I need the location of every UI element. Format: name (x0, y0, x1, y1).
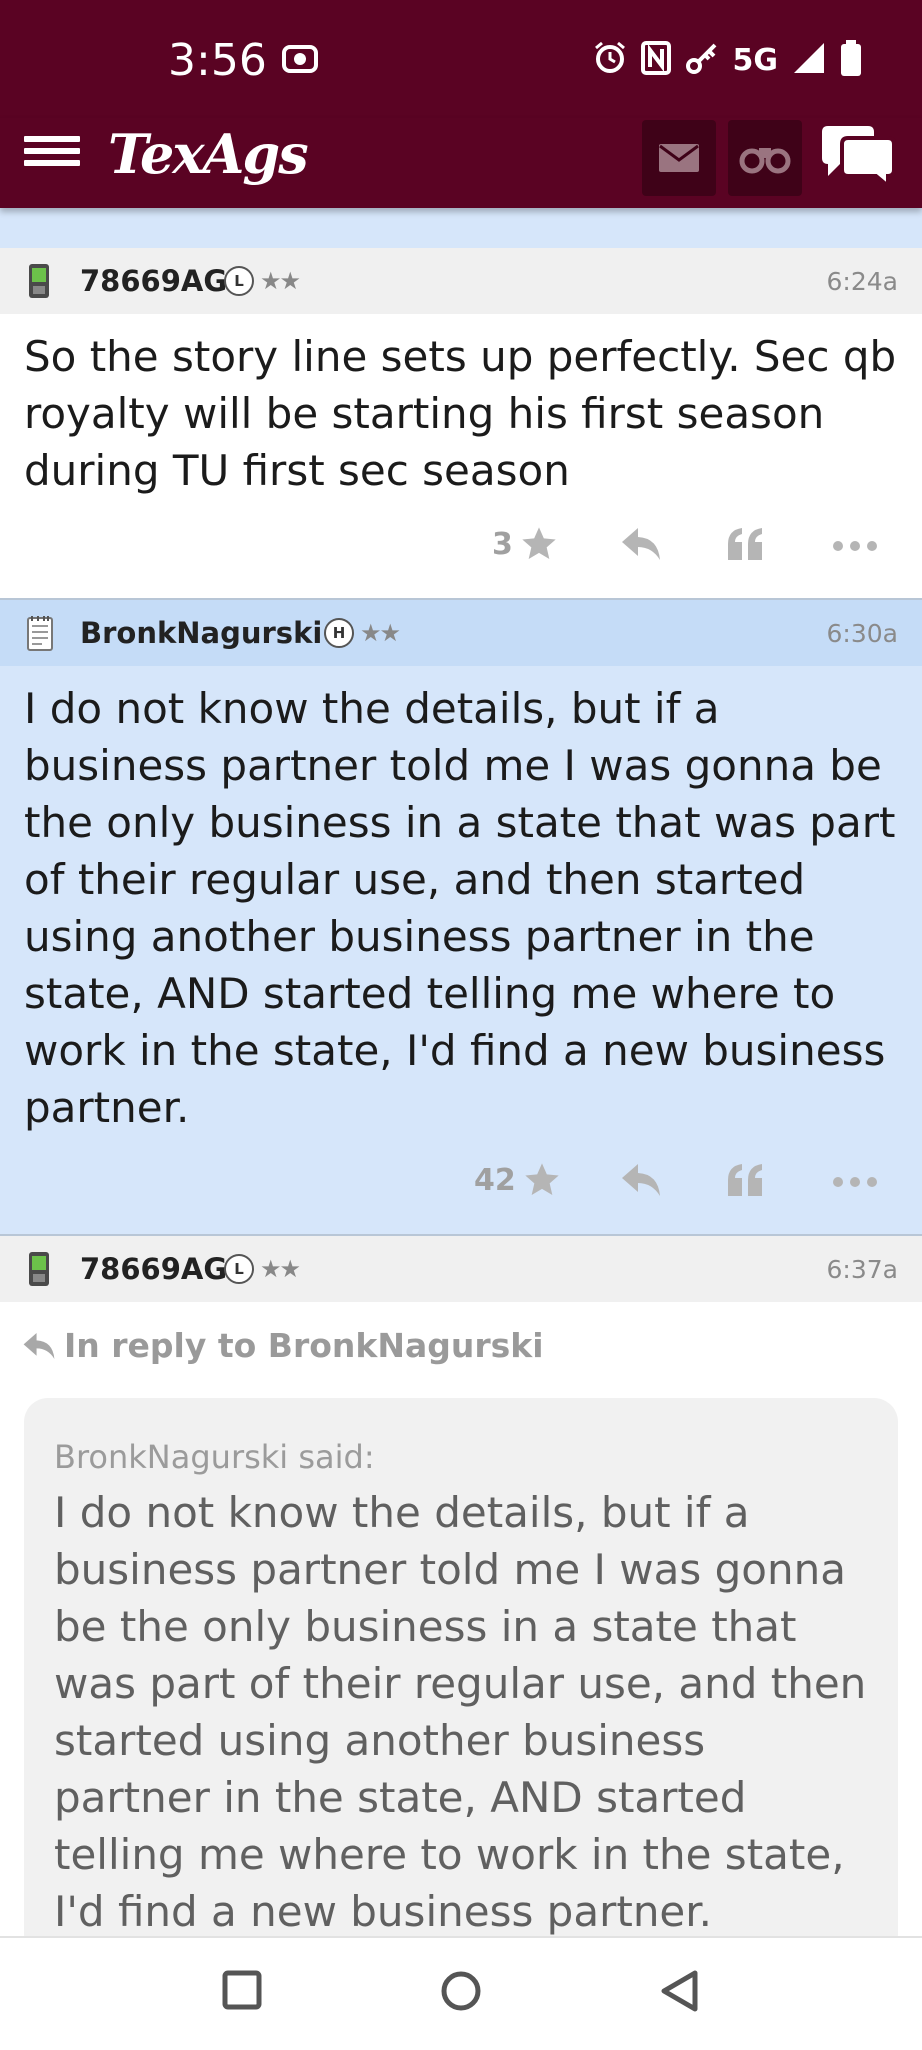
reply-button[interactable] (620, 1162, 662, 1198)
quote-author: BronkNagurski said: (54, 1438, 375, 1476)
quote-block: BronkNagurski said: I do not know the de… (24, 1398, 898, 1958)
post-body: I do not know the details, but if a busi… (0, 666, 922, 1234)
post-header: BronkNagurski H ★★ 6:30a (0, 600, 922, 666)
screen-record-icon (282, 44, 318, 78)
post-time: 6:24a (826, 266, 898, 296)
binoculars-icon (739, 148, 791, 174)
star-button[interactable]: 3 (492, 524, 559, 564)
notepad-icon (26, 614, 54, 656)
user-stars: ★★ (260, 1255, 301, 1283)
user-stars: ★★ (360, 619, 401, 647)
star-icon (522, 527, 556, 559)
reply-icon (23, 1332, 55, 1359)
post-time: 6:30a (826, 618, 898, 648)
mobile-phone-icon (26, 262, 52, 304)
reply-to-label: In reply to BronkNagurski (64, 1326, 544, 1365)
post-header: 78669AG L ★★ 6:37a (0, 1236, 922, 1302)
status-icons: 5G (593, 40, 863, 80)
signal-icon (792, 41, 826, 79)
mail-icon (659, 144, 699, 172)
star-icon (525, 1163, 559, 1195)
quote-text: I do not know the details, but if a busi… (54, 1488, 867, 1936)
recents-icon[interactable] (222, 1970, 262, 2014)
quote-button[interactable] (726, 1162, 766, 1198)
previous-post-footer (0, 208, 922, 250)
post-actions: 42 (0, 1154, 922, 1214)
lifetime-badge: L (224, 1254, 254, 1284)
reply-button[interactable] (620, 526, 662, 562)
network-label: 5G (732, 42, 779, 78)
texags-logo[interactable]: TexAgs (108, 122, 309, 186)
vpn-key-icon (685, 41, 719, 79)
post-username[interactable]: 78669AG (80, 1252, 227, 1286)
post-text: I do not know the details, but if a busi… (24, 684, 896, 1132)
post-time: 6:37a (826, 1254, 898, 1284)
app-nav-bar: TexAgs (0, 118, 922, 208)
post-text: So the story line sets up perfectly. Sec… (24, 332, 897, 495)
battery-icon (840, 40, 862, 80)
system-nav-bar (0, 1936, 922, 2050)
quote-button[interactable] (726, 526, 766, 562)
more-icon (833, 1177, 877, 1187)
mail-button[interactable] (642, 120, 716, 196)
status-bar: 3:56 5G (0, 0, 922, 118)
mobile-phone-icon (26, 1250, 52, 1292)
reply-to-link[interactable]: In reply to BronkNagurski (22, 1326, 544, 1365)
chat-icon[interactable] (818, 124, 898, 194)
more-button[interactable] (832, 540, 878, 552)
lifetime-badge: L (224, 266, 254, 296)
post-body: So the story line sets up perfectly. Sec… (0, 314, 922, 598)
alarm-icon (593, 41, 627, 79)
home-icon[interactable] (440, 1970, 482, 2016)
more-button[interactable] (832, 1176, 878, 1188)
star-count: 42 (474, 1162, 516, 1198)
post-actions: 3 (0, 518, 922, 578)
nfc-icon (640, 41, 671, 79)
quote-icon (728, 528, 762, 560)
search-binoculars-button[interactable] (728, 120, 802, 196)
more-icon (833, 541, 877, 551)
back-icon[interactable] (660, 1970, 700, 2016)
star-count: 3 (492, 526, 513, 562)
reply-icon (622, 528, 660, 560)
star-button[interactable]: 42 (474, 1160, 562, 1200)
honor-badge: H (324, 618, 354, 648)
post-username[interactable]: BronkNagurski (80, 616, 322, 650)
reply-icon (622, 1164, 660, 1196)
status-time: 3:56 (168, 35, 267, 86)
menu-icon[interactable] (24, 130, 80, 186)
user-stars: ★★ (260, 267, 301, 295)
post-username[interactable]: 78669AG (80, 264, 227, 298)
quote-icon (728, 1164, 762, 1196)
post-header: 78669AG L ★★ 6:24a (0, 248, 922, 314)
